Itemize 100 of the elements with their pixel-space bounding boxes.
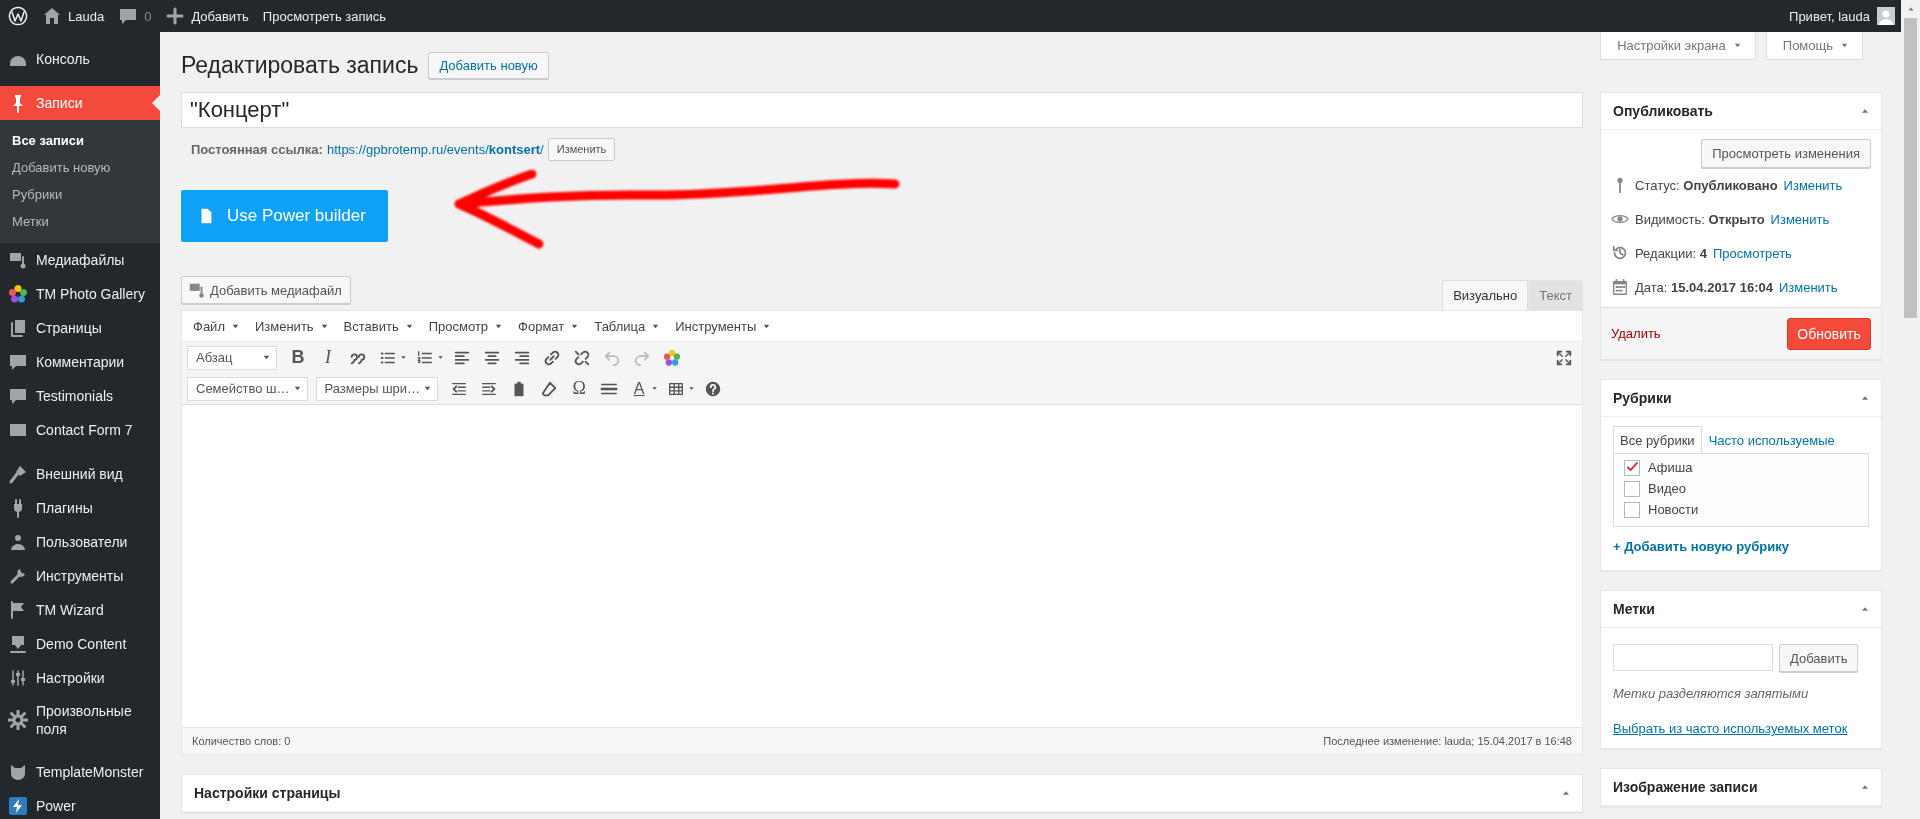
last-edited-text: Последнее изменение: lauda; 15.04.2017 в 16:48 [1323,735,1572,747]
font-size-select[interactable]: Размеры шри… [315,376,439,401]
sidebar-item[interactable]: Инструменты [0,559,160,593]
menu-item[interactable]: Изменить [247,318,337,334]
category-label: Новости [1648,502,1699,517]
publish-info-text: Редакции: 4 [1635,245,1707,261]
publish-action-link[interactable]: Изменить [1770,211,1830,227]
font-family-select[interactable]: Семейство ш… [187,376,308,401]
menu-item[interactable]: Формат [511,318,588,334]
menu-item[interactable]: Инструменты [668,318,780,334]
permalink-label: Постоянная ссылка: [191,141,323,157]
gear-icon [8,710,28,730]
special-character-button[interactable]: Ω [566,375,593,402]
add-category-link[interactable]: + Добавить новую рубрику [1613,539,1869,554]
home-icon[interactable] [42,6,62,26]
sidebar-item[interactable]: Power [0,789,160,819]
plus-icon[interactable] [165,6,186,26]
sidebar-item[interactable]: Настройки [0,661,160,695]
comment-count[interactable]: 0 [144,8,152,24]
submenu-item[interactable]: Добавить новую [0,154,160,181]
sidebar-item[interactable]: Страницы [0,311,160,345]
sidebar-item[interactable]: Медиафайлы [0,243,160,277]
sidebar-item[interactable]: Консоль [0,42,160,76]
media-icon [8,250,28,270]
user-icon [8,532,28,552]
category-label: Афиша [1648,460,1693,475]
checkbox[interactable] [1624,480,1640,497]
flower-icon [8,284,28,304]
menu-item[interactable]: Просмотр [421,318,512,334]
category-tab[interactable]: Все рубрики [1613,426,1702,453]
tags-hint: Метки разделяются запятыми [1613,686,1810,701]
bold-button[interactable]: B [285,344,311,371]
publish-info-text: Статус: Опубликовано [1635,177,1778,193]
cat-head-icon [8,762,28,782]
sidebar-item[interactable]: Внешний вид [0,457,160,491]
box-title: Рубрики [1613,390,1672,406]
delete-link[interactable]: Удалить [1611,326,1661,341]
add-tag-button[interactable]: Добавить [1779,644,1859,672]
sidebar-item[interactable]: Комментарии [0,345,160,379]
choose-tags-link[interactable]: Выбрать из часто используемых меток [1613,721,1869,736]
edit-permalink-button[interactable]: Изменить [547,137,616,161]
sidebar-item[interactable]: TemplateMonster [0,755,160,789]
box-title: Настройки страницы [194,785,341,801]
sidebar-item[interactable]: Demo Content [0,627,160,661]
publish-action-link[interactable]: Просмотреть [1713,245,1792,261]
publish-action-link[interactable]: Изменить [1778,279,1838,295]
add-media-button[interactable]: Добавить медиафайл [181,276,351,304]
sidebar-item[interactable]: Пользователи [0,525,160,559]
logo-icon[interactable] [8,6,28,26]
box-title: Опубликовать [1613,103,1713,119]
site-link[interactable]: Lauda [68,8,105,24]
text-color-button[interactable]: A [626,375,653,402]
sidebar-item[interactable]: Плагины [0,491,160,525]
submenu-item[interactable]: Рубрики [0,181,160,208]
menu-item[interactable]: Вставить [336,318,422,334]
sidebar-item[interactable]: TM Wizard [0,593,160,627]
brush-icon [8,464,28,484]
view-post-link[interactable]: Просмотреть запись [262,8,387,24]
editor-tab[interactable]: Текст [1528,280,1583,310]
sliders-icon [8,668,28,688]
checkbox[interactable] [1624,459,1640,476]
greeting-link[interactable]: Привет, lauda [1789,8,1870,24]
sidebar-item[interactable]: Testimonials [0,379,160,413]
format-select[interactable]: Абзац [187,345,277,370]
tag-field[interactable] [1613,644,1773,671]
menu-item[interactable]: Таблица [587,318,669,334]
new-link[interactable]: Добавить [191,8,249,24]
publish-info-text: Видимость: Открыто [1635,211,1765,227]
box-title: Метки [1613,601,1655,617]
submenu-item[interactable]: Метки [0,208,160,235]
sidebar-item[interactable]: TM Photo Gallery [0,277,160,311]
submenu-item[interactable]: Все записи [0,127,160,154]
category-tab[interactable]: Часто используемые [1701,426,1842,453]
sidebar-item[interactable]: Contact Form 7 [0,413,160,447]
italic-button[interactable]: I [315,344,341,371]
word-count: Количество слов: 0 [192,735,291,747]
screen-tab[interactable]: Помощь [1765,32,1863,60]
comment-icon[interactable] [118,6,139,26]
wrench-icon [8,566,28,586]
box-title: Изображение записи [1613,779,1758,795]
sidebar-item[interactable]: Записи [0,86,160,120]
editor-tab[interactable]: Визуально [1442,280,1529,310]
menu-item[interactable]: Файл [186,318,248,334]
sidebar-item[interactable]: Произвольные поля [0,695,160,745]
screen-tab[interactable]: Настройки экрана [1600,32,1756,60]
update-button[interactable]: Обновить [1787,317,1871,350]
checkbox[interactable] [1624,501,1640,518]
scrollbar-thumb[interactable] [1904,18,1917,318]
comment-icon [8,352,28,372]
add-new-button[interactable]: Добавить новую [428,51,549,79]
title-field[interactable]: "Концерт" [181,92,1583,128]
publish-info-text: Дата: 15.04.2017 16:04 [1635,279,1773,295]
comment-icon [8,386,28,406]
publish-action-link[interactable]: Изменить [1783,177,1843,193]
preview-changes-button[interactable]: Просмотреть изменения [1701,139,1871,168]
lightning-icon [8,796,28,816]
caret-icon[interactable] [436,353,445,362]
caret-icon[interactable] [399,353,408,362]
permalink-link[interactable]: https://gpbrotemp.ru/events/kontsert/ [326,141,544,157]
calendar-icon [1611,278,1629,296]
